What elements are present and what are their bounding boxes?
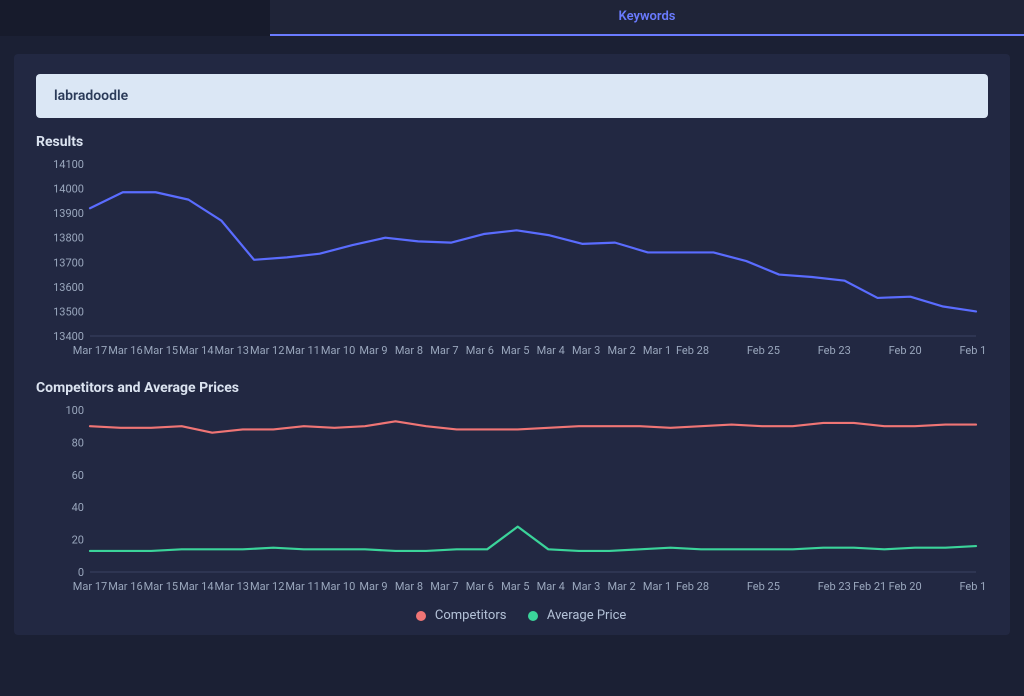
legend: Competitors Average Price <box>36 600 988 627</box>
svg-text:Mar 7: Mar 7 <box>430 344 458 357</box>
svg-text:13800: 13800 <box>53 232 84 245</box>
svg-text:Feb 21: Feb 21 <box>853 580 886 593</box>
svg-text:20: 20 <box>72 534 84 547</box>
chart-results-title: Results <box>36 134 988 150</box>
results-chart: 13400 13500 13600 13700 13800 13900 14000 14100… <box>36 154 986 364</box>
svg-text:Mar 8: Mar 8 <box>395 580 423 593</box>
tab-keywords[interactable]: Keywords <box>270 0 1024 36</box>
svg-text:Mar 3: Mar 3 <box>572 580 600 593</box>
tab-blank <box>0 0 270 36</box>
svg-text:Mar 4: Mar 4 <box>537 580 565 593</box>
svg-text:Feb 23: Feb 23 <box>818 344 851 357</box>
main-panel: labradoodle Results 13400 13500 13600 13700… <box>14 54 1010 635</box>
svg-text:Mar 13: Mar 13 <box>215 580 249 593</box>
svg-text:Mar 14: Mar 14 <box>179 580 213 593</box>
svg-text:Mar 16: Mar 16 <box>108 580 142 593</box>
svg-text:Feb 28: Feb 28 <box>676 580 709 593</box>
svg-text:100: 100 <box>65 404 84 417</box>
svg-text:80: 80 <box>72 436 84 449</box>
svg-text:Mar 14: Mar 14 <box>179 344 213 357</box>
svg-text:Feb 28: Feb 28 <box>676 344 709 357</box>
svg-text:Mar 6: Mar 6 <box>466 344 494 357</box>
chart-comp-title: Competitors and Average Prices <box>36 380 988 396</box>
svg-text:Mar 2: Mar 2 <box>607 580 635 593</box>
svg-text:13500: 13500 <box>53 305 84 318</box>
svg-text:Mar 9: Mar 9 <box>359 580 387 593</box>
legend-label-competitors: Competitors <box>435 608 507 623</box>
svg-text:Mar 12: Mar 12 <box>250 344 284 357</box>
svg-text:Mar 3: Mar 3 <box>572 344 600 357</box>
svg-text:0: 0 <box>78 566 84 579</box>
svg-text:Mar 17: Mar 17 <box>73 580 107 593</box>
svg-text:Mar 10: Mar 10 <box>321 344 355 357</box>
tab-bar: Keywords <box>0 0 1024 36</box>
svg-text:60: 60 <box>72 469 84 482</box>
svg-text:Mar 4: Mar 4 <box>537 344 565 357</box>
svg-text:Mar 16: Mar 16 <box>108 344 142 357</box>
svg-text:Mar 1: Mar 1 <box>643 344 671 357</box>
svg-text:Mar 11: Mar 11 <box>285 344 319 357</box>
svg-text:13600: 13600 <box>53 281 84 294</box>
svg-text:Mar 15: Mar 15 <box>144 344 178 357</box>
svg-text:Mar 1: Mar 1 <box>643 580 671 593</box>
svg-text:Mar 5: Mar 5 <box>501 344 529 357</box>
svg-text:13700: 13700 <box>53 256 84 269</box>
svg-text:Mar 9: Mar 9 <box>359 344 387 357</box>
svg-text:Feb 20: Feb 20 <box>889 344 922 357</box>
svg-text:Feb 18: Feb 18 <box>959 580 986 593</box>
legend-label-avg: Average Price <box>547 608 626 623</box>
svg-text:Mar 15: Mar 15 <box>144 580 178 593</box>
competitors-chart: 020406080100Mar 17Mar 16Mar 15Mar 14Mar … <box>36 400 986 600</box>
legend-dot-competitors <box>416 611 426 621</box>
svg-text:Feb 20: Feb 20 <box>889 580 922 593</box>
svg-text:14100: 14100 <box>53 158 84 171</box>
svg-text:Mar 17: Mar 17 <box>73 344 107 357</box>
legend-dot-avg <box>528 611 538 621</box>
svg-text:Mar 7: Mar 7 <box>430 580 458 593</box>
svg-text:14000: 14000 <box>53 183 84 196</box>
svg-text:Feb 18: Feb 18 <box>959 344 986 357</box>
svg-text:Feb 25: Feb 25 <box>747 344 780 357</box>
svg-text:Mar 6: Mar 6 <box>466 580 494 593</box>
svg-text:13900: 13900 <box>53 207 84 220</box>
svg-text:Mar 8: Mar 8 <box>395 344 423 357</box>
svg-text:Mar 13: Mar 13 <box>215 344 249 357</box>
svg-text:Feb 25: Feb 25 <box>747 580 780 593</box>
svg-text:Mar 12: Mar 12 <box>250 580 284 593</box>
svg-text:40: 40 <box>72 501 84 514</box>
svg-text:Mar 11: Mar 11 <box>285 580 319 593</box>
svg-text:Feb 23: Feb 23 <box>818 580 851 593</box>
svg-text:Mar 2: Mar 2 <box>607 344 635 357</box>
search-input[interactable]: labradoodle <box>36 74 988 118</box>
svg-text:Mar 5: Mar 5 <box>501 580 529 593</box>
svg-text:13400: 13400 <box>53 330 84 343</box>
svg-text:Mar 10: Mar 10 <box>321 580 355 593</box>
